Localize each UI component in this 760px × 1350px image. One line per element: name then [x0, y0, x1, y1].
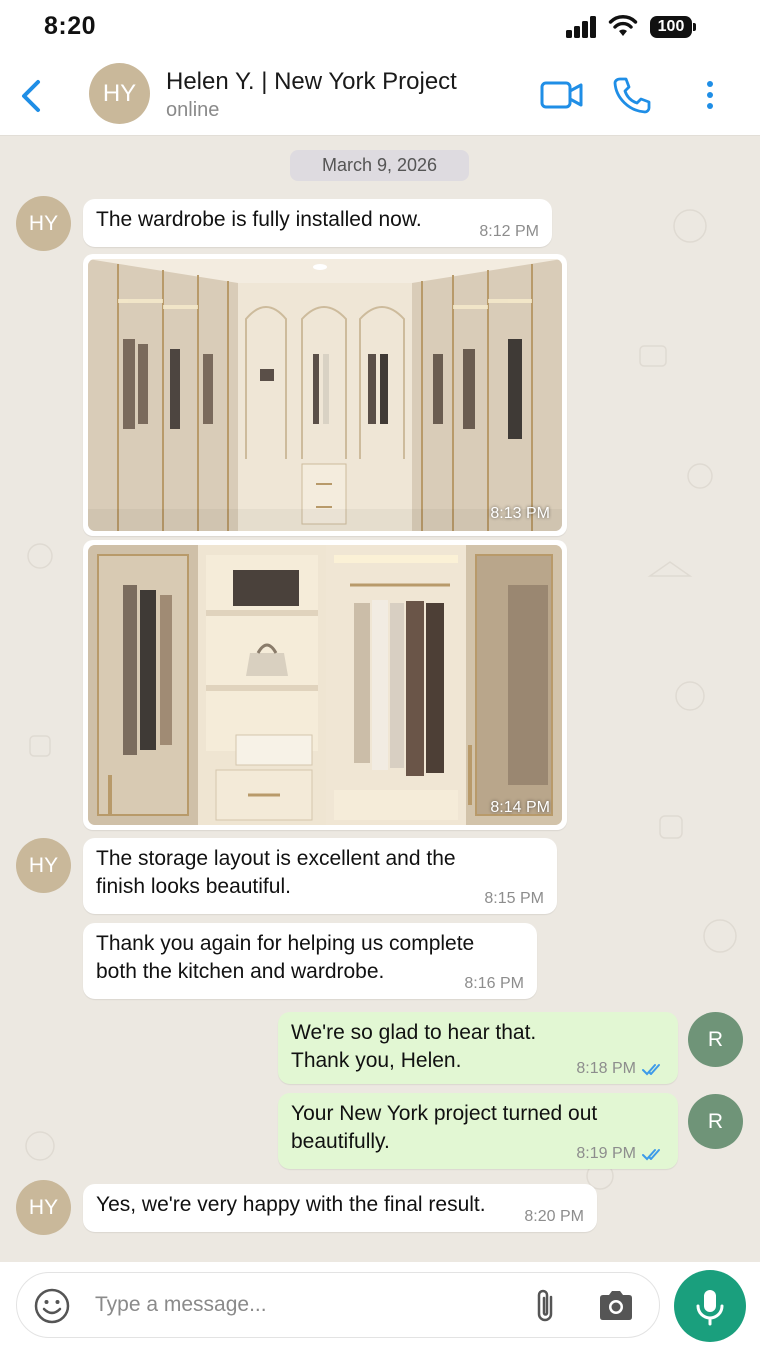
message-text: Yes, we're very happy with the final res… [96, 1193, 486, 1216]
message-time: 8:20 PM [524, 1208, 584, 1225]
user-avatar[interactable]: R [688, 1012, 743, 1067]
back-arrow-icon[interactable] [14, 76, 50, 116]
message-bubble[interactable]: The wardrobe is fully installed now. 8:1… [83, 199, 552, 247]
message-input-box[interactable] [16, 1272, 660, 1338]
message-text-line: finish looks beautiful. [96, 875, 291, 898]
camera-icon[interactable] [597, 1288, 635, 1322]
status-time: 8:20 [44, 12, 97, 40]
wardrobe-photo-image [88, 259, 562, 531]
photo-message[interactable]: 8:14 PM [83, 540, 567, 830]
wardrobe-photo-image [88, 545, 562, 825]
wifi-icon [608, 15, 638, 36]
message-bubble[interactable]: Yes, we're very happy with the final res… [83, 1184, 597, 1232]
message-time: 8:15 PM [484, 890, 544, 907]
paperclip-icon[interactable] [531, 1287, 561, 1325]
user-avatar[interactable]: R [688, 1094, 743, 1149]
message-bubble-outgoing[interactable]: Your New York project turned out beautif… [278, 1093, 678, 1169]
message-input[interactable] [95, 1283, 515, 1327]
message-bubble[interactable]: The storage layout is excellent and the … [83, 838, 557, 914]
message-bubble-outgoing[interactable]: We're so glad to hear that. Thank you, H… [278, 1012, 678, 1084]
video-call-icon[interactable] [540, 80, 584, 110]
cellular-signal-icon [566, 16, 598, 38]
chat-area[interactable]: March 9, 2026 HY The wardrobe is fully i… [0, 136, 760, 1262]
wardrobe-photo[interactable]: 8:13 PM [88, 259, 562, 531]
status-bar: 8:20 100 [0, 0, 760, 56]
contact-avatar[interactable]: HY [89, 63, 150, 124]
microphone-icon [696, 1290, 724, 1326]
wardrobe-photo[interactable]: 8:14 PM [88, 545, 562, 825]
emoji-icon[interactable] [33, 1287, 71, 1325]
contact-status: online [166, 99, 220, 121]
read-receipt-icon [642, 1064, 660, 1076]
sender-avatar[interactable]: HY [16, 838, 71, 893]
message-time: 8:19 PM [576, 1145, 636, 1162]
chat-header: HY Helen Y. | New York Project online [0, 56, 760, 136]
message-time: 8:18 PM [576, 1060, 636, 1077]
message-text-line: Thank you again for helping us complete [96, 932, 475, 955]
photo-message[interactable]: 8:13 PM [83, 254, 567, 536]
photo-time: 8:13 PM [490, 505, 550, 522]
microphone-button[interactable] [674, 1270, 746, 1342]
message-composer [0, 1262, 760, 1350]
more-options-icon[interactable] [702, 80, 718, 112]
sender-avatar[interactable]: HY [16, 1180, 71, 1235]
date-separator: March 9, 2026 [290, 150, 469, 181]
battery-level: 100 [650, 16, 692, 38]
contact-name[interactable]: Helen Y. | New York Project [166, 68, 457, 96]
message-text: The wardrobe is fully installed now. [96, 208, 422, 231]
message-text-line: We're so glad to hear that. [291, 1021, 537, 1044]
message-text-line: Your New York project turned out [291, 1102, 598, 1125]
message-bubble[interactable]: Thank you again for helping us complete … [83, 923, 537, 999]
photo-time: 8:14 PM [490, 799, 550, 816]
message-text-line: The storage layout is excellent and the [96, 847, 456, 870]
sender-avatar[interactable]: HY [16, 196, 71, 251]
read-receipt-icon [642, 1149, 660, 1161]
message-text-line: both the kitchen and wardrobe. [96, 960, 385, 983]
message-time: 8:12 PM [479, 223, 539, 240]
battery-tip [693, 23, 696, 31]
message-time: 8:16 PM [464, 975, 524, 992]
voice-call-icon[interactable] [612, 76, 652, 114]
